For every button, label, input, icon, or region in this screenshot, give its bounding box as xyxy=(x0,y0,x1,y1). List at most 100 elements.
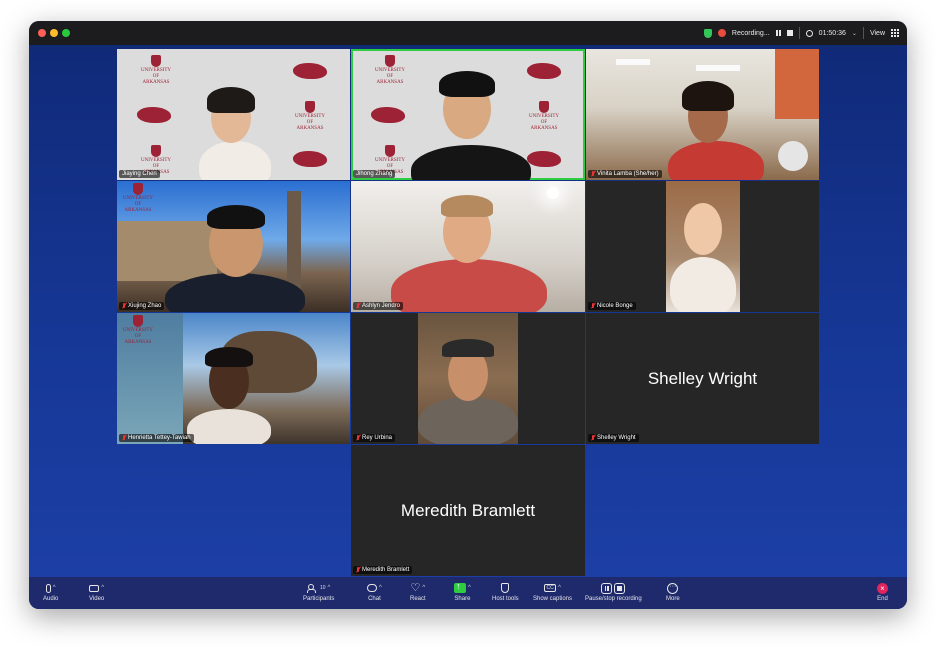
heart-icon: ♡ xyxy=(410,581,421,594)
razorback-logo xyxy=(527,151,561,167)
video-tile[interactable]: UNIVERSITY OF ARKANSAS Henrietta Tettey-T… xyxy=(117,313,350,444)
host-tools-button[interactable]: Host tools xyxy=(492,580,519,602)
captions-label: Show captions xyxy=(533,596,573,602)
participant-body xyxy=(668,141,764,180)
gallery-grid-icon[interactable] xyxy=(891,29,899,37)
pause-icon xyxy=(601,582,613,594)
recording-controls-button[interactable]: Pause/stop recording xyxy=(585,580,642,602)
participant-face xyxy=(684,203,722,255)
video-tile[interactable]: Rey Urbina xyxy=(351,313,585,444)
audio-button[interactable]: ^ Audio xyxy=(43,580,58,602)
chevron-up-icon[interactable]: ^ xyxy=(422,585,425,591)
muted-mic-icon xyxy=(356,567,360,573)
chevron-up-icon[interactable]: ^ xyxy=(558,585,561,591)
razorback-logo xyxy=(527,63,561,79)
participant-body xyxy=(187,409,271,444)
end-label: End xyxy=(877,596,888,602)
video-tile[interactable]: Ashlyn Jendro xyxy=(351,181,585,312)
video-feed xyxy=(666,181,740,312)
audio-label: Audio xyxy=(43,596,59,602)
camera-icon xyxy=(89,584,100,592)
participant-body xyxy=(199,141,271,180)
video-label: Video xyxy=(89,596,105,602)
end-meeting-button[interactable]: × End xyxy=(877,580,888,602)
video-tile[interactable]: Vinita Lamba (She/her) xyxy=(586,49,819,180)
share-button[interactable]: ^ Share xyxy=(454,580,471,602)
participant-name-label: Shelley Wright xyxy=(588,434,639,442)
participant-hair xyxy=(207,205,265,229)
university-logo: UNIVERSITY OFARKANSAS xyxy=(121,315,155,345)
ceiling-light xyxy=(696,65,740,71)
participant-hair xyxy=(682,81,734,111)
chat-button[interactable]: ^ Chat xyxy=(367,580,382,602)
stop-recording-icon[interactable] xyxy=(786,30,793,36)
participants-label: Participants xyxy=(303,596,335,602)
university-logo: UNIVERSITY OFARKANSAS xyxy=(139,55,173,85)
muted-mic-icon xyxy=(122,303,126,309)
chat-label: Chat xyxy=(368,596,381,602)
video-button[interactable]: ^ Video xyxy=(89,580,104,602)
chevron-up-icon[interactable]: ^ xyxy=(53,585,56,591)
muted-mic-icon xyxy=(591,171,595,177)
participant-name-label: Henrietta Tettey-Tawiah xyxy=(119,434,194,442)
chevron-up-icon[interactable]: ^ xyxy=(101,585,104,591)
participant-body xyxy=(165,273,305,312)
building xyxy=(117,221,217,281)
chevron-up-icon[interactable]: ^ xyxy=(379,585,382,591)
participant-body xyxy=(418,397,518,444)
video-tile[interactable]: UNIVERSITY OF ARKANSAS UNIVERSITY OF ARKAN… xyxy=(117,49,350,180)
office-wall xyxy=(775,49,819,119)
encryption-shield-icon[interactable] xyxy=(703,28,712,38)
zoom-window: Recording... 01:50:36 ⌄ View UNIVERSITY … xyxy=(29,21,907,609)
more-label: More xyxy=(666,596,680,602)
participant-name-label: Jiaying Chen xyxy=(119,170,160,178)
participant-display-name: Meredith Bramlett xyxy=(400,500,536,520)
meeting-status: Recording... 01:50:36 ⌄ View xyxy=(703,21,899,45)
view-button[interactable]: View xyxy=(870,30,885,37)
share-label: Share xyxy=(454,596,471,602)
chevron-down-icon[interactable]: ⌄ xyxy=(852,30,857,37)
participant-name-label: Vinita Lamba (She/her) xyxy=(588,170,662,178)
chevron-up-icon[interactable]: ^ xyxy=(328,585,331,591)
microphone-icon xyxy=(45,583,51,593)
react-button[interactable]: ♡ ^ React xyxy=(410,580,426,602)
participants-count: 10 xyxy=(319,585,326,591)
chevron-up-icon[interactable]: ^ xyxy=(468,585,471,591)
stop-icon xyxy=(614,582,626,594)
university-logo: UNIVERSITY OFARKANSAS xyxy=(373,55,407,85)
desk-fan xyxy=(778,141,808,171)
recording-label: Recording... xyxy=(731,29,770,37)
participant-body xyxy=(670,257,736,312)
muted-mic-icon xyxy=(591,435,595,441)
react-label: React xyxy=(410,596,426,602)
close-window-button[interactable] xyxy=(38,29,46,37)
divider xyxy=(862,27,864,39)
participant-hair xyxy=(441,195,493,217)
captions-button[interactable]: CC ^ Show captions xyxy=(533,580,572,602)
video-feed xyxy=(418,313,518,444)
active-speaker-tile[interactable]: UNIVERSITY OF ARKANSAS UNIVERSITY OF ARKAN… xyxy=(351,49,585,180)
participant-name-label: Rey Urbina xyxy=(353,434,396,442)
host-tools-label: Host tools xyxy=(492,596,519,602)
razorback-logo xyxy=(371,107,405,123)
participants-button[interactable]: 10 ^ Participants xyxy=(303,580,334,602)
captions-icon: CC xyxy=(544,584,557,592)
razorback-logo xyxy=(293,63,327,79)
participant-body xyxy=(411,145,531,180)
minimize-window-button[interactable] xyxy=(50,29,58,37)
video-tile[interactable]: UNIVERSITY OF ARKANSAS Xiujing Zhao xyxy=(117,181,350,312)
video-off-tile[interactable]: Shelley Wright Shelley Wright xyxy=(586,313,819,444)
pause-recording-icon[interactable] xyxy=(775,30,781,36)
shield-icon xyxy=(501,583,510,593)
video-tile[interactable]: Nicole Bonge xyxy=(586,181,819,312)
muted-mic-icon xyxy=(356,303,360,309)
participant-name-label: Jihong Zhang xyxy=(353,170,396,178)
maximize-window-button[interactable] xyxy=(62,29,70,37)
participant-display-name: Shelley Wright xyxy=(647,368,758,388)
more-button[interactable]: ··· More xyxy=(666,580,680,602)
participant-cap xyxy=(442,339,494,357)
participant-name-label: Ashlyn Jendro xyxy=(353,302,404,310)
participant-hair xyxy=(205,347,253,367)
video-off-tile[interactable]: Meredith Bramlett Meredith Bramlett xyxy=(351,445,585,576)
participant-hair xyxy=(439,71,495,97)
